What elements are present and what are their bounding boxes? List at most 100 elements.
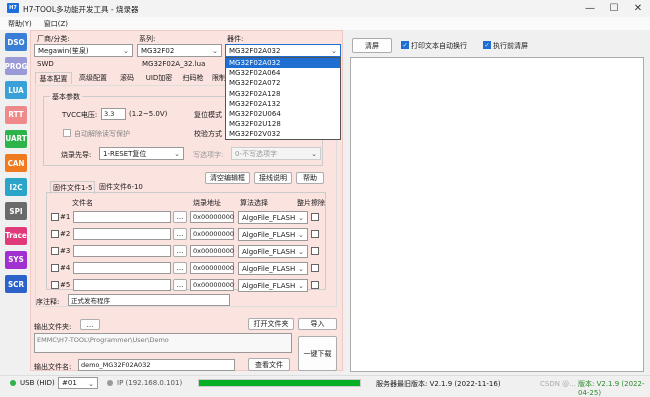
burn-address-input[interactable]: 0x00000000	[190, 211, 234, 223]
clear-before-label: 执行前清屏	[493, 42, 528, 50]
verify-label: 校验方式	[194, 130, 222, 138]
log-output[interactable]	[350, 57, 644, 372]
tab-0[interactable]: 基本配置	[35, 72, 72, 84]
sidebar-prog-button[interactable]: PROG	[5, 57, 27, 76]
device-option[interactable]: MG32F02A132	[226, 99, 340, 109]
note-input[interactable]: 正式发布程序	[68, 294, 230, 306]
tab-1[interactable]: 高级配置	[73, 72, 113, 84]
row-enable-checkbox[interactable]	[51, 230, 59, 238]
row-number: #2	[60, 230, 71, 238]
file-browse-button[interactable]: ...	[173, 279, 187, 291]
sidebar-scr-button[interactable]: SCR	[5, 275, 27, 293]
swd-label: SWD	[37, 60, 54, 68]
device-option[interactable]: MG32F02A128	[226, 89, 340, 99]
row-enable-checkbox[interactable]	[51, 213, 59, 221]
chevron-down-icon: ⌄	[212, 47, 218, 55]
output-folder-label: 输出文件夹:	[34, 323, 72, 331]
output-path: EMMC\H7-TOOL\Programmer\User\Demo	[34, 333, 292, 353]
device-option[interactable]: MG32F02A072	[226, 78, 340, 88]
import-button[interactable]: 导入	[298, 318, 337, 330]
sidebar-rtt-button[interactable]: RTT	[5, 105, 27, 124]
sidebar-dso-button[interactable]: DSO	[5, 33, 27, 51]
print-wrap-checkbox[interactable]: ✓	[401, 41, 409, 49]
chevron-down-icon: ⌄	[298, 265, 304, 273]
algorithm-select[interactable]: AlgoFile_FLASH ⌄	[238, 211, 308, 224]
device-option[interactable]: MG32F02V032	[226, 129, 340, 139]
row-enable-checkbox[interactable]	[51, 247, 59, 255]
clear-before-checkbox[interactable]: ✓	[483, 41, 491, 49]
firmware-file-input[interactable]	[73, 279, 171, 291]
clear-screen-button[interactable]: 清屏	[352, 38, 392, 53]
erase-checkbox[interactable]	[311, 264, 319, 272]
help-button[interactable]: 帮助	[296, 172, 324, 184]
file-browse-button[interactable]: ...	[173, 245, 187, 257]
burn-address-input[interactable]: 0x00000000	[190, 228, 234, 240]
file-browse-button[interactable]: ...	[173, 211, 187, 223]
row-enable-checkbox[interactable]	[51, 264, 59, 272]
output-browse-button[interactable]: ...	[80, 319, 100, 330]
tab-2[interactable]: 滚码	[114, 72, 140, 84]
basic-group-title: 基本参数	[50, 92, 82, 102]
sidebar-trace-button[interactable]: Trace	[5, 226, 27, 245]
prev-select[interactable]: 1-RESET复位 ⌄	[99, 147, 184, 160]
sidebar-uart-button[interactable]: UART	[5, 129, 27, 148]
device-select[interactable]: MG32F02A032 ⌄	[225, 44, 341, 57]
chevron-down-icon: ⌄	[88, 380, 94, 388]
firmware-file-input[interactable]	[73, 245, 171, 257]
device-option[interactable]: MG32F02U064	[226, 109, 340, 119]
view-file-button[interactable]: 查看文件	[248, 358, 290, 371]
file-browse-button[interactable]: ...	[173, 262, 187, 274]
algorithm-value: AlgoFile_FLASH	[242, 213, 296, 222]
port-select[interactable]: #01 ⌄	[58, 377, 98, 389]
chevron-down-icon: ⌄	[331, 47, 337, 55]
device-dropdown-list[interactable]: MG32F02A032 MG32F02A064 MG32F02A072 MG32F02…	[225, 57, 341, 140]
erase-checkbox[interactable]	[311, 281, 319, 289]
menu-help[interactable]: 帮助(Y)	[0, 17, 36, 30]
file-browse-button[interactable]: ...	[173, 228, 187, 240]
burn-address-input[interactable]: 0x00000000	[190, 279, 234, 291]
tvcc-label: TVCC电压:	[62, 111, 98, 119]
vendor-select[interactable]: Megawin(笙泉) ⌄	[34, 44, 133, 57]
close-icon[interactable]: ✕	[626, 0, 650, 17]
menu-window[interactable]: 窗口(Z)	[36, 17, 72, 30]
firmware-file-input[interactable]	[73, 228, 171, 240]
print-wrap-label: 打印文本自动换行	[411, 42, 467, 50]
maximize-icon[interactable]: ☐	[602, 0, 626, 17]
one-click-download-button[interactable]: 一键下载	[298, 336, 337, 371]
output-file-input[interactable]: demo_MG32F02A032	[78, 359, 235, 371]
series-select[interactable]: MG32F02 ⌄	[137, 44, 222, 57]
tab-4[interactable]: 扫码枪	[178, 72, 208, 84]
sidebar-spi-button[interactable]: SPI	[5, 202, 27, 221]
minimize-icon[interactable]: —	[578, 0, 602, 17]
device-option[interactable]: MG32F02U128	[226, 119, 340, 129]
row-enable-checkbox[interactable]	[51, 281, 59, 289]
erase-checkbox[interactable]	[311, 247, 319, 255]
tvcc-input[interactable]: 3.3	[101, 108, 126, 120]
firmware-file-input[interactable]	[73, 262, 171, 274]
sidebar-sys-button[interactable]: SYS	[5, 250, 27, 269]
current-version: 版本: V2.1.9 (2022-04-25)	[578, 380, 645, 397]
erase-checkbox[interactable]	[311, 213, 319, 221]
clear-edit-button[interactable]: 清空编辑框	[205, 172, 250, 184]
port-value: #01	[62, 379, 77, 387]
algorithm-select[interactable]: AlgoFile_FLASH ⌄	[238, 262, 308, 275]
algorithm-select[interactable]: AlgoFile_FLASH ⌄	[238, 279, 308, 292]
sidebar-lua-button[interactable]: LUA	[5, 81, 27, 100]
write-select[interactable]: 0-不写选项字 ⌄	[231, 147, 321, 160]
device-option[interactable]: MG32F02A064	[226, 68, 340, 78]
device-option[interactable]: MG32F02A032	[226, 58, 340, 69]
row-number: #4	[60, 264, 71, 272]
wiring-button[interactable]: 接线说明	[254, 172, 292, 184]
firmware-file-input[interactable]	[73, 211, 171, 223]
prev-label: 烧录先导:	[61, 151, 92, 159]
sidebar-i2c-button[interactable]: I2C	[5, 178, 27, 197]
burn-address-input[interactable]: 0x00000000	[190, 262, 234, 274]
algorithm-select[interactable]: AlgoFile_FLASH ⌄	[238, 228, 308, 241]
sidebar-can-button[interactable]: CAN	[5, 154, 27, 172]
burn-address-input[interactable]: 0x00000000	[190, 245, 234, 257]
unlock-checkbox[interactable]	[63, 129, 71, 137]
tab-3[interactable]: UID加密	[141, 72, 177, 84]
algorithm-select[interactable]: AlgoFile_FLASH ⌄	[238, 245, 308, 258]
open-folder-button[interactable]: 打开文件夹	[248, 318, 294, 330]
erase-checkbox[interactable]	[311, 230, 319, 238]
